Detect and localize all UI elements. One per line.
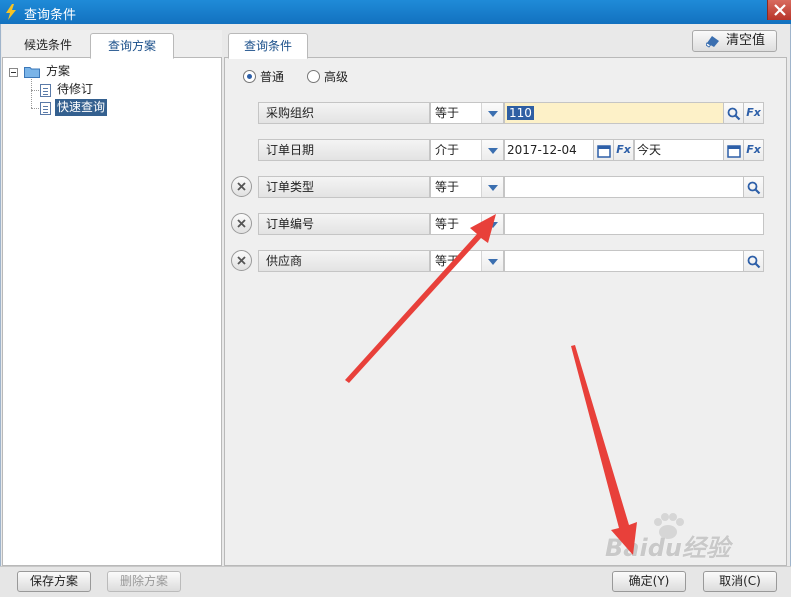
- folder-icon: [24, 67, 40, 78]
- ok-button[interactable]: 确定(Y): [612, 571, 686, 592]
- clear-values-button[interactable]: 清空值: [692, 30, 777, 52]
- search-icon: [747, 255, 761, 269]
- condition-value-input[interactable]: [504, 250, 744, 272]
- operator-select[interactable]: 介于: [430, 139, 504, 161]
- calendar-button[interactable]: [724, 139, 744, 161]
- condition-value-input[interactable]: [504, 176, 744, 198]
- save-plan-button[interactable]: 保存方案: [17, 571, 91, 592]
- condition-field-label: 采购组织: [258, 102, 430, 124]
- condition-value-input[interactable]: 110: [504, 102, 724, 124]
- window-title: 查询条件: [24, 8, 77, 23]
- operator-value: 等于: [435, 254, 460, 268]
- dropdown-arrow-icon[interactable]: [481, 103, 503, 123]
- calendar-button[interactable]: [594, 139, 614, 161]
- formula-button[interactable]: Fx: [744, 139, 764, 161]
- condition-field-label: 订单日期: [258, 139, 430, 161]
- dropdown-arrow-icon[interactable]: [481, 251, 503, 271]
- tree-root-label: 方案: [46, 64, 71, 78]
- close-icon: [237, 182, 246, 191]
- dropdown-arrow-icon[interactable]: [481, 140, 503, 160]
- remove-condition-button[interactable]: [231, 250, 252, 271]
- close-button[interactable]: [767, 0, 791, 20]
- window-titlebar: 查询条件: [0, 0, 791, 24]
- tab-query-plans[interactable]: 查询方案: [90, 33, 174, 59]
- radio-unchecked-indicator: [307, 70, 320, 83]
- plan-doc-icon: [40, 102, 51, 115]
- left-panel: [2, 30, 222, 566]
- operator-value: 等于: [435, 217, 460, 231]
- left-tabbar: 候选条件 查询方案: [2, 30, 222, 59]
- tab-candidate-conditions[interactable]: 候选条件: [8, 33, 88, 59]
- close-icon: [237, 219, 246, 228]
- tree-item-label: 待修订: [57, 82, 94, 96]
- close-icon: [774, 4, 786, 16]
- remove-condition-button[interactable]: [231, 213, 252, 234]
- lookup-button[interactable]: [744, 250, 764, 272]
- app-icon: [6, 4, 16, 20]
- operator-select[interactable]: 等于: [430, 213, 504, 235]
- operator-value: 介于: [435, 143, 460, 157]
- condition-value-text: 110: [507, 106, 534, 120]
- radio-checked-indicator: [243, 70, 256, 83]
- condition-field-label: 订单编号: [258, 213, 430, 235]
- dropdown-arrow-icon[interactable]: [481, 214, 503, 234]
- condition-row: 供应商 等于: [228, 250, 768, 272]
- calendar-icon: [727, 145, 741, 158]
- formula-button[interactable]: Fx: [614, 139, 634, 161]
- watermark-text: Baidu经验: [605, 534, 730, 562]
- operator-value: 等于: [435, 106, 460, 120]
- operator-select[interactable]: 等于: [430, 102, 504, 124]
- condition-row: 订单编号 等于: [228, 213, 768, 235]
- condition-value-input[interactable]: [504, 213, 764, 235]
- plan-doc-icon: [40, 84, 51, 97]
- formula-button[interactable]: Fx: [744, 102, 764, 124]
- condition-row: 订单类型 等于: [228, 176, 768, 198]
- condition-row: 采购组织 等于 110 Fx: [228, 102, 768, 124]
- condition-field-label: 供应商: [258, 250, 430, 272]
- search-icon: [747, 181, 761, 195]
- date-from-input[interactable]: 2017-12-04: [504, 139, 594, 161]
- calendar-icon: [597, 145, 611, 158]
- tree-item-label: 快速查询: [55, 99, 108, 116]
- lookup-button[interactable]: [724, 102, 744, 124]
- operator-value: 等于: [435, 180, 460, 194]
- eraser-icon: [706, 36, 719, 48]
- remove-condition-button[interactable]: [231, 176, 252, 197]
- close-icon: [237, 256, 246, 265]
- radio-advanced-label: 高级: [324, 70, 349, 84]
- operator-select[interactable]: 等于: [430, 176, 504, 198]
- lookup-button[interactable]: [744, 176, 764, 198]
- operator-select[interactable]: 等于: [430, 250, 504, 272]
- tree-connector: [31, 79, 32, 108]
- delete-plan-button[interactable]: 删除方案: [107, 571, 181, 592]
- date-to-input[interactable]: 今天: [634, 139, 724, 161]
- tree-connector: [31, 90, 39, 91]
- clear-values-label: 清空值: [726, 33, 766, 48]
- condition-row: 订单日期 介于 2017-12-04 Fx 今天 Fx: [228, 139, 768, 161]
- tree-collapse-toggle[interactable]: [9, 68, 18, 77]
- cancel-button[interactable]: 取消(C): [703, 571, 777, 592]
- search-icon: [727, 107, 741, 121]
- condition-field-label: 订单类型: [258, 176, 430, 198]
- tree-connector: [31, 108, 39, 109]
- dropdown-arrow-icon[interactable]: [481, 177, 503, 197]
- tab-query-conditions[interactable]: 查询条件: [228, 33, 308, 59]
- watermark: Baidu经验: [605, 513, 755, 562]
- radio-normal-label: 普通: [260, 70, 285, 84]
